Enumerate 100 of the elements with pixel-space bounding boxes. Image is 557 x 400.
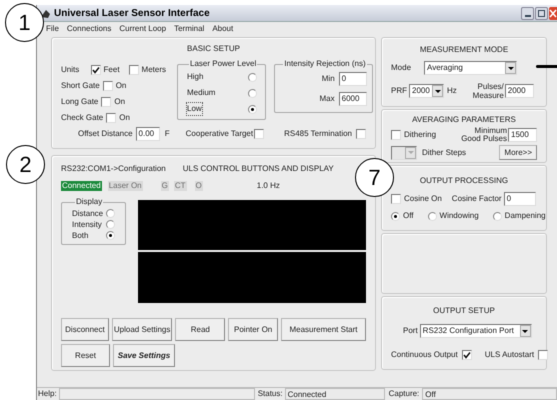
checkbox[interactable] bbox=[462, 350, 472, 360]
label: Capture: bbox=[388, 388, 420, 400]
dropdown[interactable]: 2000 bbox=[409, 84, 444, 98]
checkbox[interactable] bbox=[254, 129, 264, 139]
checkbox[interactable] bbox=[101, 97, 112, 107]
label: Minimum Good Pulses bbox=[460, 127, 507, 143]
label: Meters bbox=[142, 64, 166, 76]
input-field[interactable]: 0.00 bbox=[136, 127, 160, 141]
button[interactable]: Save Settings bbox=[113, 344, 175, 367]
label: Dampening bbox=[504, 210, 546, 222]
radio-button[interactable] bbox=[492, 212, 502, 220]
label: Offset Distance bbox=[78, 128, 133, 140]
caret-icon bbox=[434, 90, 440, 92]
radio-button[interactable] bbox=[391, 212, 400, 220]
close-icon bbox=[549, 8, 557, 18]
minimize-button[interactable] bbox=[521, 6, 534, 20]
label: Intensity bbox=[72, 218, 102, 230]
label: Units bbox=[61, 64, 80, 76]
status-indicator: Laser On bbox=[108, 181, 143, 191]
status-field: Off bbox=[422, 388, 557, 400]
input-field[interactable]: 0 bbox=[504, 192, 536, 206]
label: Port bbox=[403, 325, 418, 337]
label: Off bbox=[403, 210, 414, 222]
label: On bbox=[114, 96, 126, 108]
label: Windowing bbox=[440, 210, 479, 222]
window-title: Universal Laser Sensor Interface bbox=[54, 6, 210, 20]
button[interactable]: Measurement Start bbox=[281, 318, 366, 341]
maximize-button[interactable] bbox=[535, 6, 548, 20]
status-field: Connected bbox=[284, 388, 385, 400]
label: Cooperative Target bbox=[186, 128, 254, 140]
caret-icon bbox=[408, 151, 414, 154]
checkbox[interactable] bbox=[128, 65, 139, 75]
input-field[interactable]: 0 bbox=[338, 72, 367, 86]
label: RS485 Termination bbox=[284, 128, 352, 140]
label: Continuous Output bbox=[391, 349, 458, 361]
menu-item[interactable]: Terminal bbox=[174, 22, 204, 34]
label: ULS Autostart bbox=[484, 349, 534, 361]
menu-item[interactable]: Current Loop bbox=[119, 22, 166, 34]
panel-title: OUTPUT SETUP bbox=[433, 305, 495, 317]
label: Hz bbox=[447, 85, 457, 97]
button[interactable]: Reset bbox=[61, 344, 110, 367]
label: Long Gate bbox=[61, 96, 98, 108]
radio-button[interactable] bbox=[248, 72, 258, 82]
more-button[interactable]: More>> bbox=[499, 145, 537, 160]
close-button[interactable] bbox=[549, 6, 557, 20]
panel-title: MEASUREMENT MODE bbox=[420, 44, 508, 56]
app-icon bbox=[40, 8, 50, 18]
button[interactable]: Read bbox=[175, 318, 226, 341]
menu-item[interactable]: Connections bbox=[66, 22, 112, 34]
label: Mode bbox=[391, 62, 412, 74]
checkbox[interactable] bbox=[102, 81, 113, 91]
label: Feet bbox=[104, 64, 120, 76]
label: Low bbox=[186, 102, 203, 116]
group-title: Display bbox=[75, 196, 104, 208]
caret-icon bbox=[508, 66, 514, 70]
radio-button[interactable] bbox=[106, 209, 115, 218]
label: High bbox=[186, 71, 204, 83]
checkbox[interactable] bbox=[538, 350, 548, 360]
dropdown[interactable]: RS232 Configuration Port bbox=[420, 324, 532, 338]
checkbox[interactable] bbox=[106, 113, 116, 123]
panel-title: ULS CONTROL BUTTONS AND DISPLAY bbox=[182, 163, 334, 175]
panel-title: BASIC SETUP bbox=[187, 43, 240, 55]
dropdown[interactable]: Averaging bbox=[424, 61, 517, 75]
checkbox[interactable] bbox=[356, 129, 366, 139]
label: Dithering bbox=[404, 129, 436, 141]
menu-item[interactable]: File bbox=[46, 22, 59, 34]
button[interactable]: Upload Settings bbox=[112, 318, 172, 341]
label: Check Gate bbox=[61, 112, 104, 124]
callout-number: 1 bbox=[5, 3, 44, 42]
checkbox[interactable] bbox=[391, 194, 401, 204]
callout-number: 2 bbox=[6, 145, 45, 184]
input-field[interactable]: 6000 bbox=[338, 92, 367, 106]
radio-button[interactable] bbox=[248, 104, 258, 114]
checkbox[interactable] bbox=[391, 130, 401, 140]
checkbox[interactable] bbox=[90, 65, 101, 75]
label: Medium bbox=[186, 87, 216, 99]
button[interactable]: Disconnect bbox=[61, 318, 109, 341]
panel-title: OUTPUT PROCESSING bbox=[420, 175, 508, 187]
button[interactable]: Pointer On bbox=[228, 318, 278, 341]
radio-button[interactable] bbox=[248, 88, 258, 98]
label: Status: bbox=[256, 388, 284, 400]
label: Help: bbox=[37, 388, 58, 400]
label: 1.0 Hz bbox=[256, 180, 280, 192]
group-title: Laser Power Level bbox=[189, 58, 258, 70]
label: Distance bbox=[72, 208, 104, 220]
label: Pulses/ Measure bbox=[472, 82, 504, 100]
label: RS232:COM1->Configuration bbox=[61, 163, 166, 175]
group-title: Intensity Rejection (ns) bbox=[283, 58, 367, 70]
label: PRF bbox=[391, 85, 407, 97]
input-field[interactable]: 2000 bbox=[504, 84, 534, 98]
radio-button[interactable] bbox=[428, 212, 437, 220]
label: Cosine Factor bbox=[452, 193, 502, 205]
radio-button[interactable] bbox=[106, 220, 115, 229]
status-indicator: CT bbox=[174, 181, 187, 191]
menu-item[interactable]: About bbox=[212, 22, 234, 34]
radio-button[interactable] bbox=[106, 231, 115, 240]
maximize-icon bbox=[538, 10, 545, 16]
input-field[interactable]: 1500 bbox=[508, 128, 537, 142]
label: Max bbox=[320, 93, 335, 105]
panel-title: AVERAGING PARAMETERS bbox=[412, 114, 516, 126]
